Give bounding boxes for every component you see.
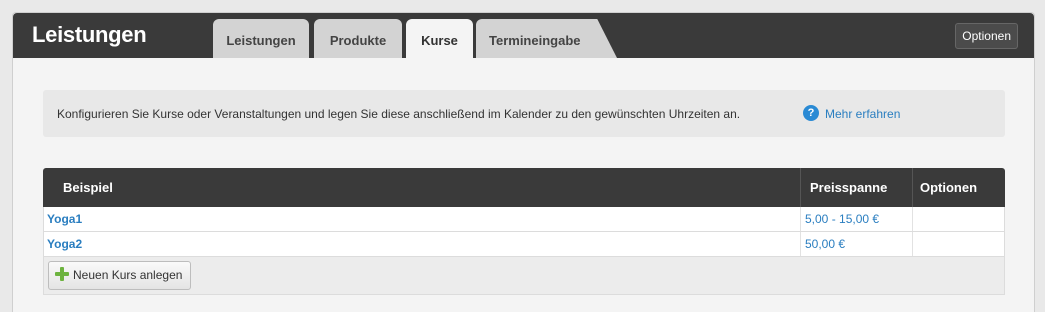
course-name-link[interactable]: Yoga2 bbox=[47, 232, 82, 256]
column-divider bbox=[800, 168, 801, 207]
column-header-beispiel[interactable]: Beispiel bbox=[63, 168, 113, 207]
page-title: Leistungen bbox=[32, 22, 147, 47]
column-divider bbox=[912, 168, 913, 207]
cell-divider bbox=[912, 232, 913, 256]
column-header-optionen: Optionen bbox=[920, 180, 978, 195]
tab-produkte[interactable]: Produkte bbox=[314, 19, 402, 58]
learn-more-link[interactable]: Mehr erfahren bbox=[825, 107, 900, 121]
tab-termineingabe[interactable]: Termineingabe bbox=[476, 19, 617, 58]
cell-divider bbox=[800, 207, 801, 231]
app-header: Leistungen Leistungen Produkte Kurse Ter… bbox=[13, 13, 1034, 58]
column-header-preisspanne[interactable]: Preisspanne bbox=[810, 168, 887, 207]
table-header: Beispiel Preisspanne Optionen bbox=[43, 168, 1005, 207]
add-course-button[interactable]: Neuen Kurs anlegen bbox=[48, 261, 192, 290]
plus-icon bbox=[55, 267, 69, 281]
price-range[interactable]: 50,00 € bbox=[805, 232, 845, 256]
courses-table: Beispiel Preisspanne Optionen Yoga1 5,00… bbox=[43, 168, 1005, 295]
course-name-link[interactable]: Yoga1 bbox=[47, 207, 82, 231]
options-button[interactable]: Optionen bbox=[955, 23, 1018, 49]
info-banner: Konfigurieren Sie Kurse oder Veranstaltu… bbox=[43, 90, 1005, 137]
cell-divider bbox=[800, 232, 801, 256]
tab-kurse[interactable]: Kurse bbox=[406, 19, 473, 58]
price-range[interactable]: 5,00 - 15,00 € bbox=[805, 207, 879, 231]
table-footer: Neuen Kurs anlegen bbox=[43, 257, 1005, 295]
table-row[interactable]: Yoga1 5,00 - 15,00 € bbox=[43, 207, 1005, 232]
question-circle-icon[interactable]: ? bbox=[803, 105, 819, 121]
main-panel: Leistungen Leistungen Produkte Kurse Ter… bbox=[12, 12, 1035, 312]
tab-leistungen[interactable]: Leistungen bbox=[213, 19, 309, 58]
info-text: Konfigurieren Sie Kurse oder Veranstaltu… bbox=[57, 107, 741, 121]
table-row[interactable]: Yoga2 50,00 € bbox=[43, 232, 1005, 257]
add-course-label: Neuen Kurs anlegen bbox=[73, 268, 183, 282]
cell-divider bbox=[912, 207, 913, 231]
